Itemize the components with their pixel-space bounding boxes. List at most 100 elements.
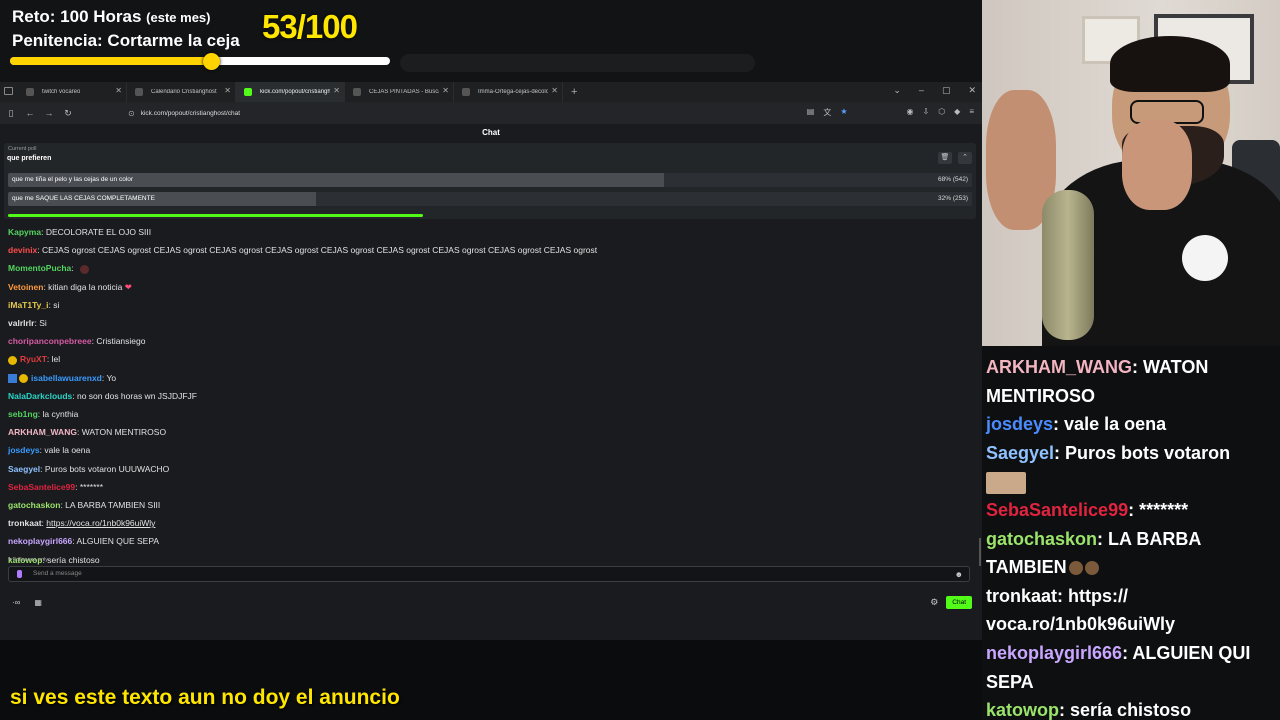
- tab-0[interactable]: twitch vocareo ✕: [18, 82, 127, 102]
- chat-username[interactable]: isabellawuarenxd: [31, 373, 102, 383]
- chat-username[interactable]: Saegyel: [8, 464, 40, 474]
- chat-username[interactable]: SebaSantelice99: [8, 482, 75, 492]
- address-bar[interactable]: ⊙ kick.com/popout/cristianghost/chat: [128, 105, 808, 121]
- overlay-chat-line: tronkaat: https://: [986, 586, 1128, 607]
- badge-icon: [8, 355, 17, 365]
- chat-username[interactable]: Kapyma: [8, 227, 41, 237]
- challenge-overlay: Reto: 100 Horas (este mes) Penitencia: C…: [0, 0, 982, 82]
- chat-message-text: WATON MENTIROSO: [81, 427, 167, 438]
- tab-close-icon[interactable]: ✕: [551, 86, 558, 95]
- gear-icon[interactable]: ⚙: [930, 597, 938, 608]
- chat-message-text: no son dos horas wn JSJDJFJF: [76, 390, 197, 401]
- chat-username[interactable]: valrlrlr: [8, 318, 34, 328]
- tab-dropdown-icon[interactable]: ⌄: [893, 85, 901, 96]
- chat-username[interactable]: RyuXT: [20, 354, 47, 364]
- back-icon[interactable]: ←: [22, 108, 38, 118]
- chat-username[interactable]: ARKHAM_WANG: [8, 427, 77, 437]
- poll-option-1[interactable]: que me tiña el pelo y las cejas de un co…: [8, 173, 972, 187]
- chat-username[interactable]: seb1ng: [8, 409, 38, 419]
- tab-2[interactable]: kick.com/popout/cristianghost/✕: [236, 82, 345, 102]
- extensions-icon[interactable]: ⬡: [938, 107, 945, 118]
- tab-1[interactable]: Calendario Cristianghost ✕: [127, 82, 236, 102]
- overlay-chat-line: SebaSantelice99: *******: [986, 500, 1188, 521]
- minimize-icon[interactable]: –: [919, 85, 924, 96]
- poll-option-2-result: 32% (253): [938, 195, 968, 202]
- emote-icon: [1068, 561, 1083, 576]
- chat-message-text[interactable]: https://voca.ro/1nb0k96uiWly: [46, 518, 155, 528]
- tab-close-icon[interactable]: ✕: [115, 86, 122, 95]
- tab-title: CEJAS PINTADAS - Buscar con G: [369, 89, 439, 95]
- mic-icon[interactable]: [17, 570, 22, 578]
- chat-send-button[interactable]: Chat: [946, 596, 972, 609]
- sidebar-toggle-icon[interactable]: ▯: [3, 108, 19, 119]
- chat-message: gatochaskon: LA BARBA TAMBIEN SIII: [8, 500, 160, 510]
- poll-card: Current poll que prefieren 🗑 ⌃ que me ti…: [4, 143, 976, 219]
- delete-poll-icon[interactable]: 🗑: [938, 152, 952, 164]
- chat-username[interactable]: choripanconpebreee: [8, 336, 92, 346]
- webcam-microphone: [1042, 190, 1094, 340]
- menu-icon[interactable]: ≡: [969, 107, 974, 118]
- chat-message-text: Puros bots votaron UUUWACHO: [44, 463, 170, 474]
- chat-username[interactable]: devinix: [8, 245, 37, 255]
- close-window-icon[interactable]: ✕: [968, 85, 976, 96]
- chat-message: NalaDarkclouds: no son dos horas wn JSJD…: [8, 391, 197, 401]
- translate-icon[interactable]: 文: [823, 107, 831, 118]
- chat-username[interactable]: MomentoPucha: [8, 263, 71, 273]
- tab-title: Imma-Ortega-cejas-decoloradas.jp: [478, 89, 548, 95]
- reader-icon[interactable]: ▤: [807, 107, 815, 118]
- overlay-chat-text: TAMBIEN: [986, 557, 1067, 577]
- tab-close-icon[interactable]: ✕: [333, 86, 340, 95]
- tab-favicon-icon: [353, 88, 361, 96]
- overlay-chat-username: ARKHAM_WANG: [986, 357, 1132, 377]
- site-info-icon[interactable]: ⊙: [128, 109, 135, 118]
- poll-option-1-label: que me tiña el pelo y las cejas de un co…: [12, 176, 134, 183]
- send-message-input[interactable]: Send a message ☻: [8, 566, 970, 582]
- vpn-icon[interactable]: ◆: [954, 107, 960, 118]
- calendar-icon[interactable]: ▦: [34, 598, 42, 607]
- chat-username[interactable]: nekoplaygirl666: [8, 536, 72, 546]
- tab-4[interactable]: Imma-Ortega-cejas-decoloradas.jp✕: [454, 82, 563, 102]
- tab-close-icon[interactable]: ✕: [224, 86, 231, 95]
- chat-username[interactable]: tronkaat: [8, 518, 42, 528]
- tab-title: twitch vocareo: [42, 89, 81, 95]
- poll-option-2[interactable]: que me SAQUE LAS CEJAS COMPLETAMENTE 32%…: [8, 192, 972, 206]
- challenge-progress-bar: [10, 57, 390, 65]
- chat-username[interactable]: gatochaskon: [8, 500, 60, 510]
- tab-3[interactable]: CEJAS PINTADAS - Buscar con G✕: [345, 82, 454, 102]
- chat-username[interactable]: josdeys: [8, 445, 40, 455]
- chat-username[interactable]: Vetoinen: [8, 282, 43, 292]
- chat-message: devinix: CEJAS ogrost CEJAS ogrost CEJAS…: [8, 245, 597, 255]
- reload-icon[interactable]: ↻: [60, 108, 76, 119]
- tab-overview-icon[interactable]: [4, 87, 13, 95]
- new-tab-icon[interactable]: +: [571, 86, 577, 98]
- penalty-label: Penitencia: Cortarme la ceja: [12, 31, 240, 50]
- overlay-chat-line: ARKHAM_WANG: WATON: [986, 357, 1208, 378]
- collapse-poll-icon[interactable]: ⌃: [958, 152, 972, 164]
- challenge-note: (este mes): [146, 10, 211, 25]
- emoji-icon[interactable]: ☻: [955, 570, 963, 579]
- poll-caption: Current poll: [8, 146, 37, 152]
- overlay-chat-line: nekoplaygirl666: ALGUIEN QUI: [986, 643, 1250, 664]
- emote-icon: [80, 264, 90, 274]
- chat-username[interactable]: NalaDarkclouds: [8, 391, 72, 401]
- chat-message: tronkaat: https://voca.ro/1nb0k96uiWly: [8, 518, 155, 528]
- scrollbar-marker[interactable]: [979, 538, 981, 566]
- overlay-chat-username: katowop: [986, 700, 1060, 720]
- overlay-chat-line: josdeys: vale la oena: [986, 414, 1166, 435]
- tab-close-icon[interactable]: ✕: [442, 86, 449, 95]
- forward-icon[interactable]: →: [41, 108, 57, 118]
- overlay-chat-line: katowop: sería chistoso: [986, 700, 1191, 720]
- downloads-icon[interactable]: ⇩: [922, 107, 929, 118]
- chat-message: RyuXT: lel: [8, 354, 60, 365]
- chat-message: josdeys: vale la oena: [8, 445, 90, 455]
- chat-message: Kapyma: DECOLORATE EL OJO SIII: [8, 227, 151, 237]
- chat-message: Saegyel: Puros bots votaron UUUWACHO: [8, 464, 169, 474]
- overlay-chat-text: MENTIROSO: [986, 386, 1096, 406]
- maximize-icon[interactable]: ▢: [942, 85, 951, 96]
- users-infinity-icon[interactable]: ·∞: [12, 598, 20, 607]
- bookmark-star-icon[interactable]: ★: [840, 107, 847, 118]
- account-icon[interactable]: ◉: [907, 107, 914, 118]
- chat-username[interactable]: iMaT1Ty_i: [8, 300, 48, 310]
- webcam-hair: [1110, 36, 1230, 92]
- tab-favicon-icon: [462, 88, 470, 96]
